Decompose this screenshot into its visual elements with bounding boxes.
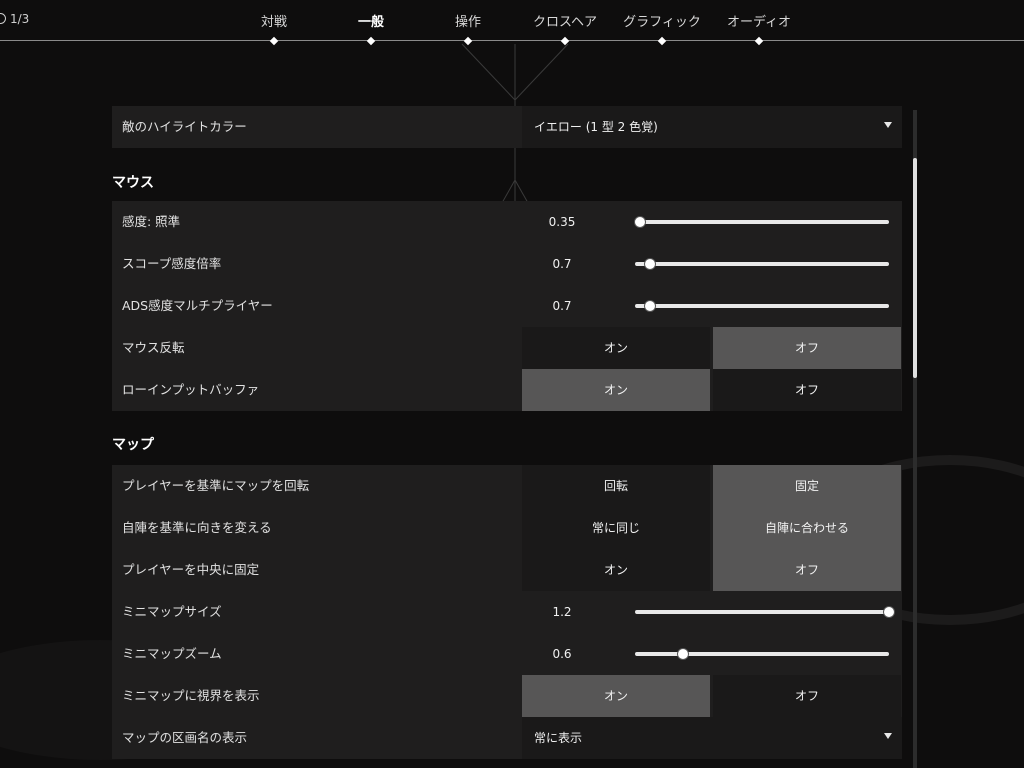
scrollbar-thumb[interactable] bbox=[913, 158, 917, 378]
setting-row-rotate-map: プレイヤーを基準にマップを回転 回転 固定 bbox=[112, 465, 902, 507]
setting-row-ads-multiplier: ADS感度マルチプライヤー 0.7 bbox=[112, 285, 902, 327]
slider-value[interactable]: 1.2 bbox=[532, 591, 592, 633]
tab-marker-icon bbox=[269, 36, 279, 46]
setting-label: ミニマップサイズ bbox=[122, 604, 222, 619]
mouse-invert-on-button[interactable]: オン bbox=[522, 327, 710, 369]
center-player-off-button[interactable]: オフ bbox=[713, 549, 901, 591]
minimap-size-slider[interactable] bbox=[635, 607, 894, 617]
setting-label: ADS感度マルチプライヤー bbox=[122, 298, 273, 313]
tab-crosshair[interactable]: クロスヘア bbox=[533, 11, 597, 30]
page-indicator-text: 1/3 bbox=[10, 12, 30, 26]
caret-down-icon bbox=[884, 122, 892, 128]
setting-label: スコープ感度倍率 bbox=[122, 256, 222, 271]
raw-input-on-button[interactable]: オン bbox=[522, 369, 710, 411]
setting-row-mouse-invert: マウス反転 オン オフ bbox=[112, 327, 902, 369]
section-title-map: マップ bbox=[112, 437, 154, 453]
rotate-map-rotate-button[interactable]: 回転 bbox=[522, 465, 710, 507]
slider-thumb[interactable] bbox=[645, 301, 656, 311]
slider-value[interactable]: 0.35 bbox=[532, 201, 592, 243]
slider-thumb[interactable] bbox=[645, 259, 656, 269]
slider-thumb[interactable] bbox=[635, 217, 646, 227]
setting-label: マップの区画名の表示 bbox=[122, 730, 248, 745]
setting-label: ミニマップに視界を表示 bbox=[122, 688, 260, 703]
mouse-invert-off-button[interactable]: オフ bbox=[713, 327, 901, 369]
setting-row-sensitivity: 感度: 照準 0.35 bbox=[112, 201, 902, 243]
setting-label: プレイヤーを中央に固定 bbox=[122, 562, 260, 577]
tab-marker-icon bbox=[560, 36, 570, 46]
tab-controls[interactable]: 操作 bbox=[455, 11, 481, 30]
setting-label: 自陣を基準に向きを変える bbox=[122, 520, 272, 535]
setting-label: 感度: 照準 bbox=[122, 214, 181, 229]
setting-row-orientation: 自陣を基準に向きを変える 常に同じ 自陣に合わせる bbox=[112, 507, 902, 549]
center-player-on-button[interactable]: オン bbox=[522, 549, 710, 591]
setting-row-center-player: プレイヤーを中央に固定 オン オフ bbox=[112, 549, 902, 591]
setting-label: ミニマップズーム bbox=[122, 646, 222, 661]
slider-value[interactable]: 0.7 bbox=[532, 243, 592, 285]
tab-graphics[interactable]: グラフィック bbox=[623, 11, 701, 30]
ads-multiplier-slider[interactable] bbox=[635, 301, 889, 311]
sensitivity-slider[interactable] bbox=[635, 217, 889, 227]
setting-row-scope-sensitivity: スコープ感度倍率 0.7 bbox=[112, 243, 902, 285]
tab-marker-icon bbox=[754, 36, 764, 46]
dropdown-value: 常に表示 bbox=[534, 731, 583, 745]
orientation-match-side-button[interactable]: 自陣に合わせる bbox=[713, 507, 901, 549]
slider-value[interactable]: 0.7 bbox=[532, 285, 592, 327]
setting-row-minimap-size: ミニマップサイズ 1.2 bbox=[112, 591, 902, 633]
setting-label: ローインプットバッファ bbox=[122, 382, 260, 397]
top-nav: 1/3 対戦 一般 操作 クロスヘア グラフィック オーディオ bbox=[0, 0, 1024, 46]
setting-row-minimap-vision: ミニマップに視界を表示 オン オフ bbox=[112, 675, 902, 717]
scope-sensitivity-slider[interactable] bbox=[635, 259, 889, 269]
rotate-map-fixed-button[interactable]: 固定 bbox=[713, 465, 901, 507]
setting-row-region-names: マップの区画名の表示 常に表示 bbox=[112, 717, 902, 759]
minimap-vision-off-button[interactable]: オフ bbox=[713, 675, 901, 717]
setting-row-raw-input-buffer: ローインプットバッファ オン オフ bbox=[112, 369, 902, 411]
slider-value[interactable]: 0.6 bbox=[532, 633, 592, 675]
tab-match[interactable]: 対戦 bbox=[261, 11, 287, 30]
setting-row-enemy-highlight: 敵のハイライトカラー イエロー (1 型 2 色覚) bbox=[112, 106, 902, 148]
tab-underline bbox=[0, 40, 1024, 41]
minimap-vision-on-button[interactable]: オン bbox=[522, 675, 710, 717]
enemy-highlight-dropdown[interactable]: イエロー (1 型 2 色覚) bbox=[522, 106, 902, 148]
slider-thumb[interactable] bbox=[678, 649, 689, 659]
region-names-dropdown[interactable]: 常に表示 bbox=[522, 717, 902, 759]
raw-input-off-button[interactable]: オフ bbox=[713, 369, 901, 411]
tab-marker-icon bbox=[657, 36, 667, 46]
tab-marker-icon bbox=[463, 36, 473, 46]
page-indicator: 1/3 bbox=[0, 12, 29, 26]
minimap-zoom-slider[interactable] bbox=[635, 649, 889, 659]
setting-label: 敵のハイライトカラー bbox=[122, 119, 247, 134]
setting-label: プレイヤーを基準にマップを回転 bbox=[122, 478, 310, 493]
page-circle-icon bbox=[0, 13, 6, 24]
section-title-mouse: マウス bbox=[112, 175, 154, 191]
setting-row-minimap-zoom: ミニマップズーム 0.6 bbox=[112, 633, 902, 675]
setting-label: マウス反転 bbox=[122, 340, 185, 355]
slider-thumb[interactable] bbox=[884, 607, 894, 617]
orientation-always-same-button[interactable]: 常に同じ bbox=[522, 507, 710, 549]
tab-marker-icon bbox=[366, 36, 376, 46]
tab-general[interactable]: 一般 bbox=[358, 11, 384, 30]
caret-down-icon bbox=[884, 733, 892, 739]
tab-audio[interactable]: オーディオ bbox=[727, 11, 791, 30]
dropdown-value: イエロー (1 型 2 色覚) bbox=[534, 120, 658, 134]
scrollbar[interactable] bbox=[913, 110, 917, 768]
